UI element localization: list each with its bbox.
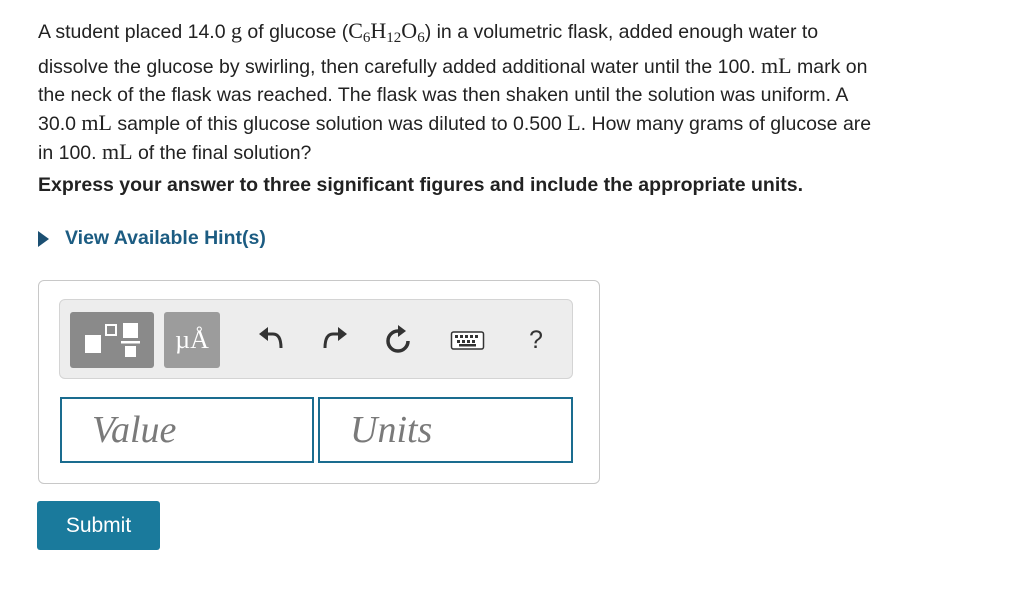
math-toolbar: µÅ ?	[59, 299, 573, 379]
help-button[interactable]: ?	[524, 324, 548, 356]
question-text-segment: A student placed 14.0	[38, 21, 231, 43]
unit-symbol: mL	[101, 139, 133, 164]
view-hints-label: View Available Hint(s)	[65, 227, 266, 249]
question-text-segment: of glucose (	[241, 21, 349, 43]
formula-subscript: 12	[386, 30, 402, 46]
question-text-segment: mark on	[791, 56, 868, 78]
formula-subscript: 6	[417, 30, 425, 46]
question-text-segment: ) in a volumetric flask, added enough wa…	[424, 21, 819, 43]
question-text-segment: sample of this glucose solution was dilu…	[111, 113, 568, 135]
question-text: A student placed 14.0 g of glucose (C 6 H1…	[38, 17, 1024, 167]
unit-symbol: mL	[81, 110, 112, 135]
unit-symbol: mL	[761, 53, 792, 78]
redo-icon[interactable]	[318, 324, 350, 356]
question-line-2: dissolve the glucose by swirling, then c…	[38, 52, 1024, 81]
units-button[interactable]: µÅ	[164, 312, 220, 368]
reset-icon[interactable]	[382, 324, 414, 356]
question-text-segment: . How many grams of glucose are	[580, 113, 872, 135]
formula-element: H	[370, 18, 387, 43]
units-input[interactable]: Units	[318, 397, 573, 463]
caret-right-icon	[38, 230, 49, 247]
templates-button[interactable]	[70, 312, 154, 368]
glucose-formula: C6H12O6	[348, 18, 425, 46]
value-input[interactable]: Value	[60, 397, 314, 463]
question-line-4: 30.0 mL sample of this glucose solution …	[38, 109, 1024, 138]
answer-box: µÅ ? Value Units	[38, 280, 600, 484]
question-line-1: A student placed 14.0 g of glucose (C 6 H1…	[38, 17, 1024, 52]
keyboard-icon[interactable]	[450, 324, 486, 356]
templates-icon	[85, 323, 140, 357]
undo-icon[interactable]	[256, 324, 288, 356]
formula-element: C	[348, 18, 363, 43]
unit-symbol: g	[230, 18, 242, 43]
question-text-segment: in 100.	[38, 142, 102, 164]
answer-instruction: Express your answer to three significant…	[38, 174, 803, 196]
submit-button[interactable]: Submit	[37, 501, 160, 550]
question-line-5: in 100. mL of the final solution?	[38, 138, 1024, 167]
question-text-segment: 30.0	[38, 113, 82, 135]
unit-symbol: L	[567, 110, 581, 135]
question-line-3: the neck of the flask was reached. The f…	[38, 84, 849, 106]
view-hints-toggle[interactable]: View Available Hint(s)	[38, 227, 266, 250]
question-text-segment: dissolve the glucose by swirling, then c…	[38, 56, 762, 78]
formula-element: O	[401, 18, 418, 43]
question-text-segment: of the final solution?	[132, 142, 312, 164]
